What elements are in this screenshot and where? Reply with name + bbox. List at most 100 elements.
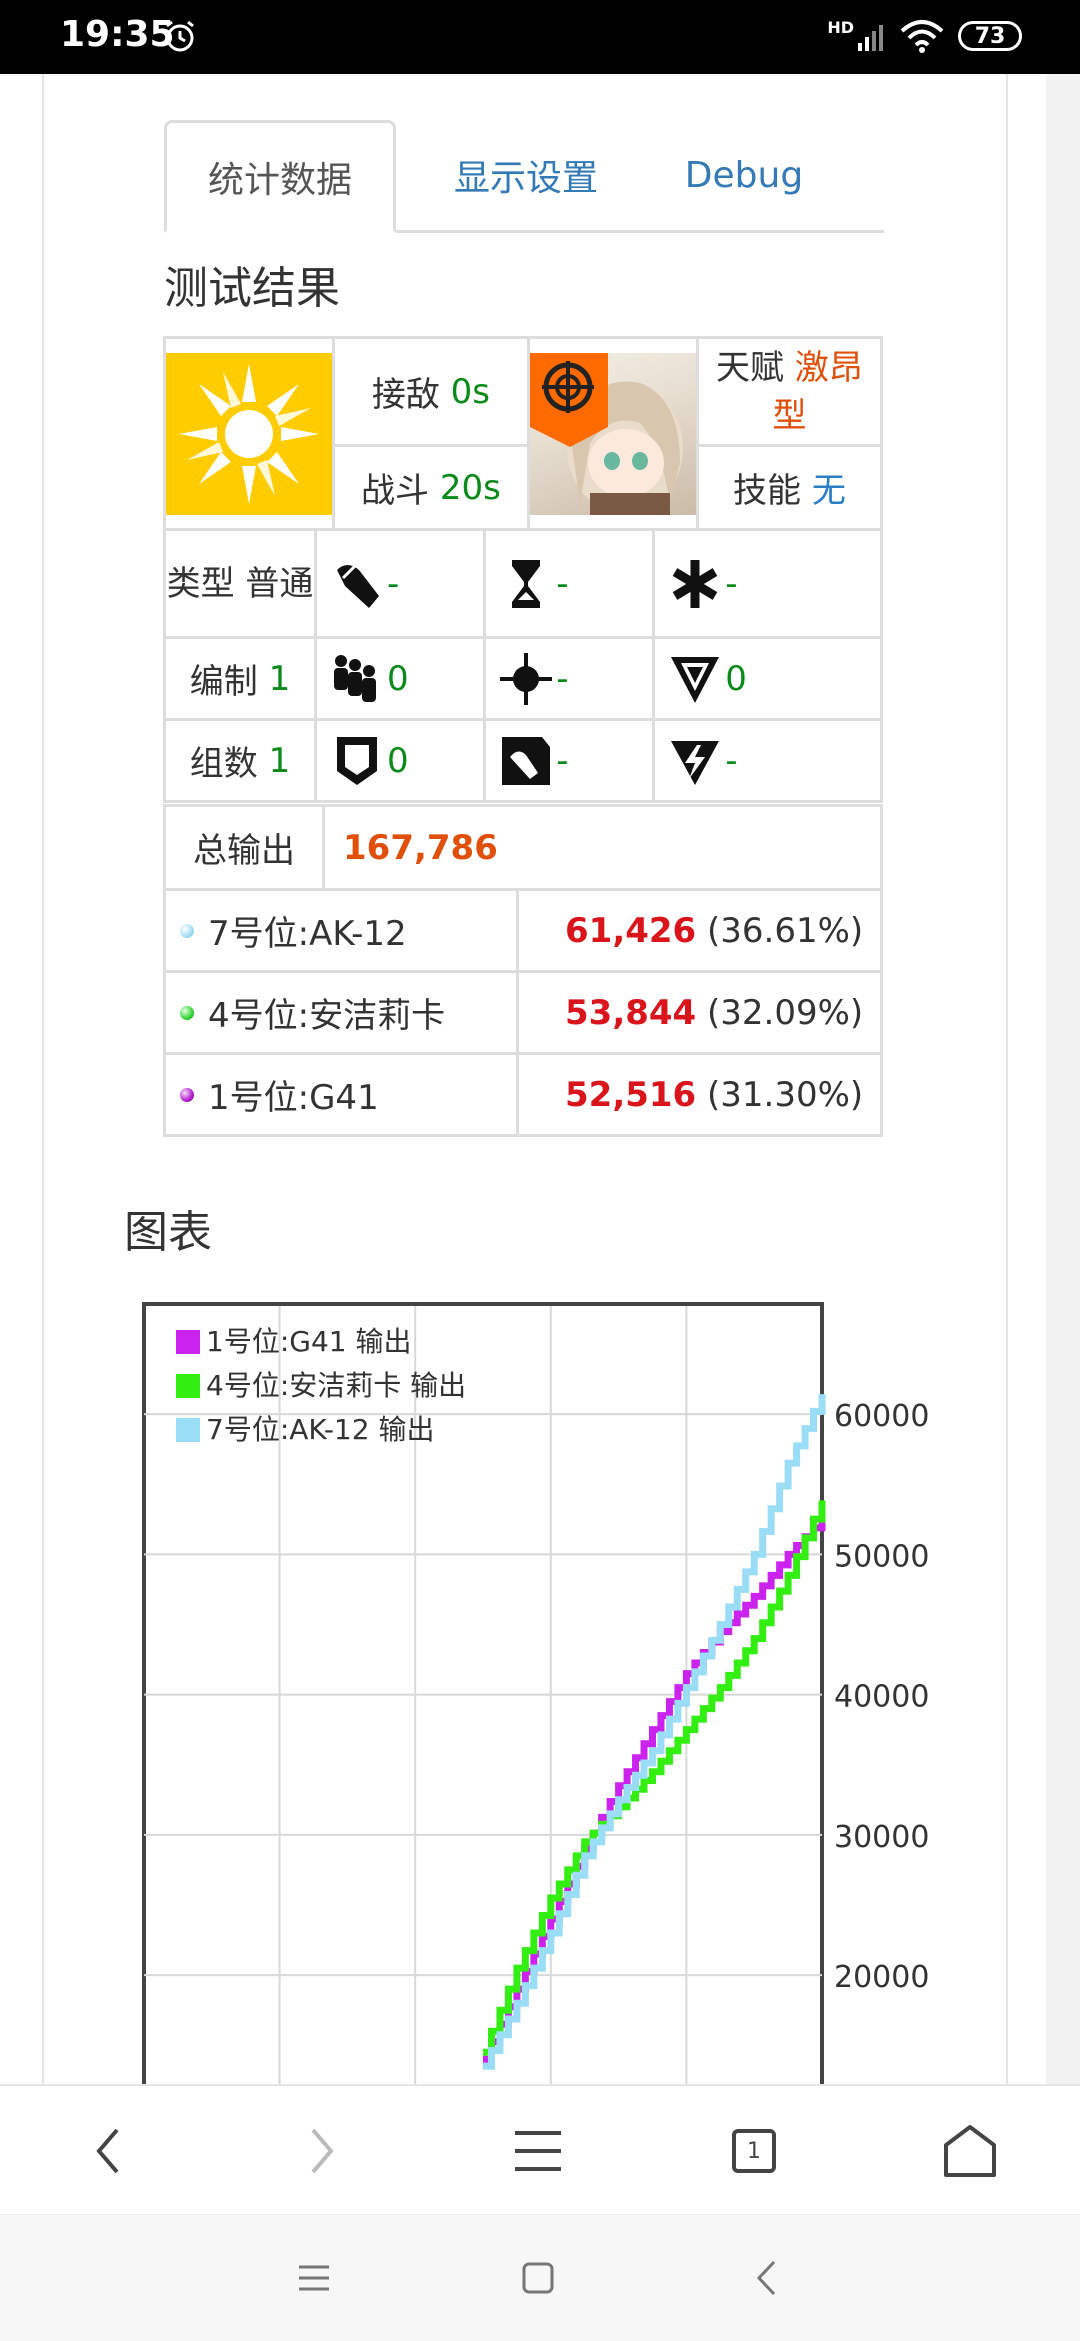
crosshair-icon [496, 649, 556, 709]
y-tick-label: 30000 [834, 1820, 929, 1855]
chart-section-title: 图表 [124, 1207, 212, 1258]
crosshair-value: - [556, 658, 569, 699]
system-back-button[interactable] [706, 2215, 826, 2341]
total-value: 167,786 [343, 827, 498, 868]
y-tick-label: 60000 [834, 1399, 929, 1434]
triangle-cell: 0 [652, 636, 883, 721]
battery-level: 73 [974, 23, 1006, 49]
hourglass-icon [496, 554, 556, 614]
pierce-value: - [556, 740, 569, 781]
groups-value: 1 [268, 740, 291, 781]
menu-icon [515, 2131, 561, 2171]
skill-value: 无 [811, 471, 846, 511]
unit-percent: (32.09%) [707, 992, 864, 1033]
tab-count: 1 [747, 2138, 761, 2164]
scroll-strip [1046, 74, 1080, 2084]
legend-swatch [176, 1330, 200, 1354]
avatar-cell [526, 336, 699, 531]
recent-apps-button[interactable] [254, 2215, 374, 2341]
asterisk-cell: - [652, 528, 883, 639]
unit-name: 1号位:G41 [208, 1078, 379, 1118]
battle-label: 战斗 [361, 471, 430, 511]
type-value: 普通 [245, 563, 314, 604]
forward-button[interactable] [262, 2086, 382, 2216]
menu-button[interactable] [478, 2086, 598, 2216]
unit-name: 4号位:安洁莉卡 [208, 996, 446, 1036]
summary-table: 接敌 0s 天赋 激昂型 战斗 20s 技能 无 [163, 336, 884, 531]
total-value-cell: 167,786 [322, 804, 883, 891]
battery-icon: 73 [958, 21, 1022, 51]
total-output-table: 总输出 167,786 [163, 804, 883, 891]
status-time: 19:35 [60, 14, 175, 55]
engage-label: 接敌 [371, 375, 440, 415]
legend-label: 7号位:AK-12 输出 [206, 1413, 434, 1446]
lightning-value: - [725, 740, 738, 781]
asterisk-value: - [725, 563, 738, 604]
y-tick-label: 50000 [834, 1539, 929, 1574]
system-nav-bar [0, 2214, 1080, 2341]
formation-value: 1 [268, 658, 291, 699]
hd-label: HD [827, 18, 854, 37]
table-row: 7号位:AK-12 61,426 (36.61%) [163, 888, 883, 973]
team-icon [327, 649, 387, 709]
formation-cell: 编制 1 [162, 636, 318, 721]
legend-swatch [176, 1418, 200, 1442]
alarm-icon [166, 20, 194, 52]
talent-label: 天赋 [716, 347, 785, 388]
asterisk-icon [665, 554, 725, 614]
unit-color-dot [180, 923, 194, 938]
unit-percent: (31.30%) [707, 1074, 864, 1115]
hourglass-value: - [556, 563, 569, 604]
legend-label: 1号位:G41 输出 [206, 1325, 411, 1358]
armor-pierce-icon [496, 731, 556, 791]
output-chart-svg: 60000 50000 40000 30000 20000 1号位:G41 输出 4号位:安… [142, 1302, 929, 2088]
tab-display-settings[interactable]: 显示设置 [426, 120, 626, 230]
character-avatar [529, 352, 696, 515]
signal-icon [858, 25, 883, 51]
bullet-icon [327, 554, 387, 614]
armor-value: 0 [387, 740, 409, 781]
hourglass-cell: - [483, 528, 656, 639]
legend-label: 4号位:安洁莉卡 输出 [206, 1369, 466, 1402]
sun-icon [166, 352, 332, 515]
wifi-icon [900, 20, 944, 53]
home-button[interactable] [910, 2086, 1030, 2216]
unit-color-dot [180, 1005, 194, 1020]
lightning-cell: - [652, 718, 883, 803]
tabs-icon: 1 [732, 2129, 776, 2173]
sun-icon-cell [163, 336, 335, 531]
battle-value: 20s [439, 467, 501, 508]
y-tick-label: 20000 [834, 1960, 929, 1995]
triangle-value: 0 [725, 658, 747, 699]
team-value: 0 [387, 658, 409, 699]
lightning-icon [665, 731, 725, 791]
tabs-button[interactable]: 1 [694, 2086, 814, 2216]
engage-cell: 接敌 0s [332, 336, 530, 447]
groups-label: 组数 [189, 744, 258, 784]
legend-swatch [176, 1374, 200, 1398]
formation-label: 编制 [189, 662, 258, 702]
stats-table: 类型 普通 - - - 编制 1 0 - 0 组数 1 0 - - [162, 528, 883, 803]
unit-value: 53,844 [565, 992, 697, 1033]
skill-label: 技能 [733, 471, 802, 511]
bullet-value: - [387, 563, 400, 604]
back-button[interactable] [48, 2086, 168, 2216]
system-back-icon [756, 2260, 776, 2296]
unit-percent: (36.61%) [707, 910, 864, 951]
table-row: 4号位:安洁莉卡 53,844 (32.09%) [163, 970, 883, 1055]
engage-value: 0s [450, 371, 491, 412]
system-home-button[interactable] [478, 2215, 598, 2341]
armor-icon [327, 731, 387, 791]
battle-cell: 战斗 20s [332, 444, 530, 531]
tab-bar: 统计数据 显示设置 Debug [164, 120, 884, 233]
home-square-icon [522, 2262, 554, 2294]
tab-statistics[interactable]: 统计数据 [164, 120, 396, 233]
tab-debug[interactable]: Debug [654, 120, 834, 230]
back-icon [96, 2128, 119, 2174]
forward-icon [311, 2128, 334, 2174]
output-chart: 60000 50000 40000 30000 20000 1号位:G41 输出 4号位:安… [140, 1302, 940, 2088]
unit-value: 52,516 [565, 1074, 697, 1115]
results-title: 测试结果 [164, 263, 340, 314]
type-cell: 类型 普通 [162, 528, 318, 639]
home-icon [944, 2125, 996, 2177]
